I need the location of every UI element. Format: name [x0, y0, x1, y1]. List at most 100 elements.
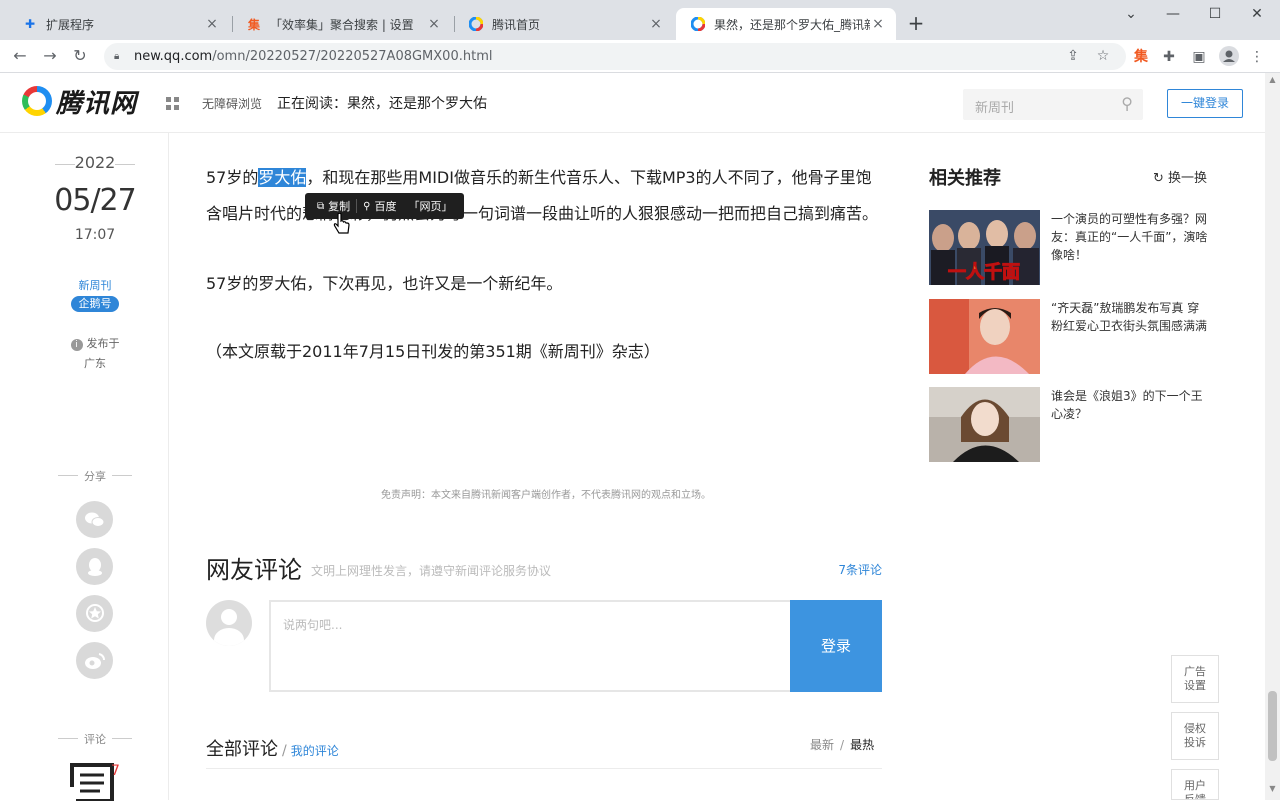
- close-window-button[interactable]: ✕: [1236, 0, 1278, 30]
- forward-button[interactable]: →: [38, 44, 62, 68]
- baidu-search-menu-item[interactable]: ⚲ 百度: [357, 198, 402, 214]
- lock-icon: 🔒︎: [114, 50, 120, 62]
- related-item-title[interactable]: 一个演员的可塑性有多强？网友：真正的“一人千面”，演啥像啥！: [1051, 210, 1211, 264]
- tab-article-active[interactable]: 果然，还是那个罗大佑_腾讯新闻 ×: [676, 8, 896, 40]
- my-comments-link[interactable]: 我的评论: [291, 744, 339, 758]
- minimize-button[interactable]: —: [1152, 0, 1194, 30]
- comment-count-link[interactable]: 7条评论: [838, 561, 882, 578]
- close-icon[interactable]: ×: [204, 16, 220, 32]
- wechat-share-icon[interactable]: [76, 501, 113, 538]
- menu-icon[interactable]: ⋮: [1246, 46, 1268, 68]
- grid-menu-icon[interactable]: [166, 97, 179, 110]
- published-at: i 发布于: [40, 335, 150, 351]
- tencent-logo-icon: [22, 86, 52, 116]
- accessible-browsing-link[interactable]: 无障碍浏览: [202, 95, 262, 112]
- comments-guideline: 文明上网理性发言，请遵守新闻评论服务协议: [311, 564, 552, 578]
- article-meta: 2022 05/27 17:07 新周刊 企鹅号 i 发布于 广东 分享 评论 7: [40, 133, 150, 803]
- comment-login-button[interactable]: 登录: [790, 600, 882, 692]
- comment-label: 评论: [40, 731, 150, 747]
- infringement-complaint-button[interactable]: 侵权 投诉: [1171, 712, 1219, 760]
- search-input[interactable]: 新周刊 ⚲: [963, 89, 1143, 120]
- copy-menu-item[interactable]: ⧉ 复制: [311, 198, 356, 214]
- chevron-down-icon[interactable]: ⌄: [1110, 0, 1152, 30]
- related-item[interactable]: 谁会是《浪姐3》的下一个王心凌？: [929, 387, 1209, 462]
- tencent-icon: [690, 16, 706, 32]
- tab-extensions[interactable]: ✚ 扩展程序 ×: [8, 8, 230, 40]
- page-scrollbar[interactable]: ▲ ▼: [1265, 73, 1280, 800]
- publish-time: 17:07: [74, 227, 116, 243]
- penguin-account-badge[interactable]: 企鹅号: [71, 296, 119, 312]
- tab-title: 「效率集」聚合搜索 | 设置: [270, 17, 414, 32]
- close-icon[interactable]: ×: [870, 16, 886, 32]
- close-icon[interactable]: ×: [648, 16, 664, 32]
- info-icon: i: [70, 339, 83, 351]
- scroll-up-icon[interactable]: ▲: [1265, 75, 1280, 89]
- now-reading-title: 正在阅读：果然，还是那个罗大佑: [277, 96, 487, 112]
- related-thumbnail[interactable]: 一人千面: [929, 210, 1040, 285]
- url-host: new.qq.com: [134, 49, 213, 64]
- related-item[interactable]: 一人千面 一个演员的可塑性有多强？网友：真正的“一人千面”，演啥像啥！: [929, 210, 1209, 285]
- xiaolvji-icon: 集: [247, 17, 260, 32]
- puzzle-icon: ✚: [24, 17, 36, 31]
- related-item-title[interactable]: 谁会是《浪姐3》的下一个王心凌？: [1051, 387, 1211, 423]
- related-title: 相关推荐: [929, 168, 1001, 189]
- divider: [206, 768, 882, 769]
- search-icon[interactable]: ⚲: [1121, 94, 1133, 113]
- star-icon[interactable]: ☆: [1091, 44, 1115, 68]
- web-search-menu-item[interactable]: 「网页」: [402, 198, 458, 214]
- source-link[interactable]: 新周刊: [40, 277, 150, 293]
- web-label: 「网页」: [408, 200, 453, 213]
- logo-text: 腾讯网: [56, 88, 138, 119]
- side-tool-label: 广告: [1184, 665, 1206, 678]
- comments-title: 网友评论: [206, 556, 302, 584]
- side-tool-label: 用户: [1184, 779, 1206, 792]
- weibo-share-icon[interactable]: [76, 642, 113, 679]
- back-button[interactable]: ←: [8, 44, 32, 68]
- qq-share-icon[interactable]: [76, 548, 113, 585]
- comment-input[interactable]: 说两句吧...: [269, 600, 791, 692]
- sort-latest[interactable]: 最新: [810, 738, 834, 752]
- related-thumbnail[interactable]: [929, 299, 1040, 374]
- qq-logo[interactable]: 腾讯网: [22, 83, 137, 119]
- tab-xiaolvji-settings[interactable]: 集 「效率集」聚合搜索 | 设置 ×: [232, 8, 452, 40]
- sort-hot[interactable]: 最热: [850, 738, 874, 752]
- tab-title: 扩展程序: [46, 17, 95, 32]
- published-at-label: 发布于: [86, 337, 120, 350]
- xiaolvji-extension-icon[interactable]: 集: [1130, 46, 1152, 68]
- favorite-star-icon[interactable]: [76, 595, 113, 632]
- related-item[interactable]: “齐天磊”敖瑞鹏发布写真 穿粉红爱心卫衣街头氛围感满满: [929, 299, 1209, 374]
- side-tool-label: 投诉: [1184, 736, 1206, 749]
- address-bar[interactable]: 🔒︎ new.qq.com/omn/20220527/20220527A08GM…: [104, 43, 1126, 70]
- article-paragraph: 57岁的罗大佑，下次再见，也许又是一个新纪年。: [206, 274, 563, 293]
- maximize-button[interactable]: ☐: [1194, 0, 1236, 30]
- publish-date: 05/27: [54, 183, 136, 218]
- new-tab-button[interactable]: +: [904, 12, 928, 36]
- side-panel-icon[interactable]: ▣: [1188, 46, 1210, 68]
- one-click-login-button[interactable]: 一键登录: [1167, 89, 1243, 118]
- copy-label: 复制: [328, 200, 351, 213]
- side-tool-label: 反馈: [1184, 793, 1206, 800]
- profile-avatar[interactable]: [1218, 46, 1240, 68]
- related-item-title[interactable]: “齐天磊”敖瑞鹏发布写真 穿粉红爱心卫衣街头氛围感满满: [1051, 299, 1211, 335]
- reload-button[interactable]: ↻: [68, 44, 92, 68]
- all-comments-label: 全部评论: [206, 739, 278, 760]
- related-thumbnail[interactable]: [929, 387, 1040, 462]
- scroll-down-icon[interactable]: ▼: [1265, 784, 1280, 798]
- selected-text[interactable]: 罗大佑: [258, 168, 307, 187]
- disclaimer: 免责声明：本文来自腾讯新闻客户端创作者，不代表腾讯网的观点和立场。: [381, 490, 711, 501]
- share-label: 分享: [40, 468, 150, 484]
- refresh-button[interactable]: ↻ 换一换: [1153, 167, 1207, 186]
- refresh-label: 换一换: [1168, 171, 1208, 186]
- comment-count: 7: [111, 763, 120, 779]
- user-feedback-button[interactable]: 用户 反馈: [1171, 769, 1219, 800]
- ad-settings-button[interactable]: 广告 设置: [1171, 655, 1219, 703]
- puzzle-icon[interactable]: ✚: [1158, 46, 1180, 68]
- share-icon[interactable]: ⇪: [1061, 44, 1085, 68]
- all-comments-header: 全部评论 / 我的评论: [206, 739, 339, 760]
- close-icon[interactable]: ×: [426, 16, 442, 32]
- tab-title: 腾讯首页: [492, 17, 541, 32]
- comment-count-icon[interactable]: 7: [70, 761, 120, 803]
- tab-qq-home[interactable]: 腾讯首页 ×: [454, 8, 674, 40]
- url-path: /omn/20220527/20220527A08GMX00.html: [212, 49, 493, 64]
- scrollbar-thumb[interactable]: [1268, 691, 1277, 761]
